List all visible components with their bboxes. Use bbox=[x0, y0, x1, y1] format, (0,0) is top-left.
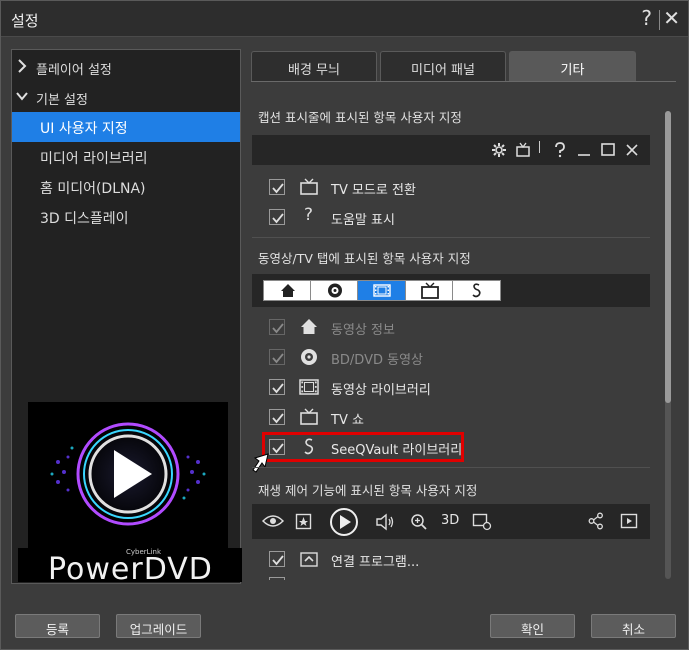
tab-other[interactable]: 기타 bbox=[509, 51, 636, 82]
share-icon bbox=[588, 512, 603, 530]
powerdvd-wordmark: CyberLink PowerDVD bbox=[18, 548, 242, 587]
home-icon bbox=[281, 284, 295, 297]
movie-item-tv-show[interactable]: TV 쇼 bbox=[269, 405, 639, 429]
sidebar-item-label: 미디어 라이브러리 bbox=[40, 151, 148, 167]
section-divider bbox=[252, 467, 650, 468]
open-with-icon bbox=[300, 552, 318, 567]
sidebar-item-ui-customization[interactable]: UI 사용자 지정 bbox=[12, 112, 240, 142]
tv-icon bbox=[420, 282, 439, 299]
movie-info-label: 동영상 정보 bbox=[331, 323, 395, 338]
caption-item-help[interactable]: ? 도움말 표시 bbox=[269, 205, 639, 229]
help-button[interactable]: ? bbox=[641, 6, 652, 30]
settings-sidebar: 플레이어 설정 기본 설정 UI 사용자 지정 미디어 라이브러리 홈 미디어(… bbox=[11, 49, 242, 587]
playback-item-open-with[interactable]: 연결 프로그램... bbox=[269, 547, 639, 571]
movie-item-library[interactable]: 동영상 라이브러리 bbox=[269, 375, 639, 399]
highlight-box bbox=[262, 432, 464, 462]
sidebar-group-label: 기본 설정 bbox=[36, 93, 88, 108]
disc-tab-button[interactable] bbox=[311, 281, 359, 300]
playback-controls-preview: 3D bbox=[252, 504, 650, 539]
help-icon: ? bbox=[304, 205, 314, 225]
movie-info-checkbox bbox=[269, 319, 285, 335]
tv-show-tab-button[interactable] bbox=[406, 281, 453, 300]
movie-library-tab-button[interactable] bbox=[358, 281, 406, 300]
movie-tv-section-title: 동영상/TV 탭에 표시된 항목 사용자 지정 bbox=[258, 251, 471, 266]
disc-label: BD/DVD 동영상 bbox=[331, 353, 424, 368]
film-icon bbox=[373, 284, 392, 297]
bookmark-icon bbox=[295, 513, 312, 530]
cursor-arrow-icon bbox=[252, 453, 269, 473]
sidebar-item-label: 3D 디스플레이 bbox=[40, 211, 129, 227]
register-button[interactable]: 등록 bbox=[15, 614, 100, 638]
zoom-icon bbox=[411, 514, 427, 530]
caption-item-tv-mode[interactable]: TV 모드로 전환 bbox=[269, 175, 639, 199]
sidebar-item-3d-display[interactable]: 3D 디스플레이 bbox=[12, 202, 240, 232]
seeqvault-icon bbox=[472, 283, 481, 298]
3d-icon: 3D bbox=[441, 513, 460, 528]
upgrade-button[interactable]: 업그레이드 bbox=[116, 614, 201, 638]
close-icon bbox=[626, 144, 638, 156]
minimize-icon bbox=[578, 154, 590, 156]
disc-checkbox bbox=[269, 349, 285, 365]
tab-background[interactable]: 배경 무늬 bbox=[251, 51, 377, 82]
tv-show-label: TV 쇼 bbox=[331, 413, 364, 428]
title-separator bbox=[659, 10, 660, 30]
caption-separator bbox=[539, 141, 540, 153]
tv-mode-label: TV 모드로 전환 bbox=[331, 183, 416, 198]
disc-icon bbox=[301, 349, 317, 365]
open-with-label: 연결 프로그램... bbox=[331, 555, 420, 570]
scrollbar-thumb[interactable] bbox=[665, 111, 671, 403]
tv-show-checkbox[interactable] bbox=[269, 409, 285, 425]
window-title: 설정 bbox=[11, 12, 39, 30]
sidebar-item-label: UI 사용자 지정 bbox=[40, 121, 128, 137]
movie-tv-tab-selector bbox=[263, 280, 501, 301]
movie-item-disc: BD/DVD 동영상 bbox=[269, 345, 639, 369]
disc-icon bbox=[328, 283, 343, 298]
sidebar-item-home-media[interactable]: 홈 미디어(DLNA) bbox=[12, 172, 240, 202]
tabs-divider bbox=[251, 81, 676, 82]
play-icon bbox=[330, 508, 358, 536]
powerdvd-label: PowerDVD bbox=[48, 552, 213, 587]
powerdvd-logo-image bbox=[28, 402, 228, 548]
video-window-icon bbox=[620, 513, 638, 529]
sidebar-item-label: 홈 미디어(DLNA) bbox=[40, 181, 146, 197]
tv-icon bbox=[300, 178, 318, 195]
chevron-right-icon bbox=[18, 59, 27, 73]
playback-section-title: 재생 제어 기능에 표시된 항목 사용자 지정 bbox=[258, 483, 478, 498]
gear-icon bbox=[492, 143, 506, 157]
settings-window: 설정 ? ✕ 플레이어 설정 기본 설정 UI 사용자 지정 미디어 라이브러리… bbox=[0, 0, 689, 650]
tv-icon bbox=[516, 142, 530, 157]
help-label: 도움말 표시 bbox=[331, 213, 395, 228]
film-icon bbox=[299, 379, 319, 395]
chevron-down-icon bbox=[16, 92, 28, 101]
seeqvault-tab-button[interactable] bbox=[453, 281, 500, 300]
next-checkbox-partial bbox=[269, 577, 285, 580]
help-checkbox[interactable] bbox=[269, 209, 285, 225]
tv-mode-checkbox[interactable] bbox=[269, 179, 285, 195]
tv-icon bbox=[300, 408, 318, 425]
cancel-button[interactable]: 취소 bbox=[591, 614, 676, 638]
close-button[interactable]: ✕ bbox=[663, 6, 680, 30]
help-icon bbox=[555, 142, 565, 158]
movie-item-info: 동영상 정보 bbox=[269, 315, 639, 339]
movie-library-checkbox[interactable] bbox=[269, 379, 285, 395]
movie-info-tab-button[interactable] bbox=[264, 281, 312, 300]
open-with-checkbox[interactable] bbox=[269, 551, 285, 567]
eye-icon bbox=[262, 515, 284, 527]
title-bar: 설정 ? ✕ bbox=[1, 1, 688, 37]
home-icon bbox=[301, 319, 317, 334]
volume-icon bbox=[376, 513, 394, 531]
display-settings-icon bbox=[472, 513, 492, 531]
sidebar-group-general-settings[interactable]: 기본 설정 bbox=[12, 83, 240, 111]
section-divider bbox=[252, 237, 650, 238]
ok-button[interactable]: 확인 bbox=[490, 614, 575, 638]
movie-library-label: 동영상 라이브러리 bbox=[331, 383, 431, 398]
tab-media-panel[interactable]: 미디어 패널 bbox=[380, 51, 506, 82]
sidebar-group-label: 플레이어 설정 bbox=[36, 63, 112, 78]
sidebar-group-player-settings[interactable]: 플레이어 설정 bbox=[12, 53, 240, 81]
maximize-icon bbox=[601, 143, 615, 156]
caption-bar-preview bbox=[252, 135, 650, 165]
sidebar-item-media-library[interactable]: 미디어 라이브러리 bbox=[12, 142, 240, 172]
caption-section-title: 캡션 표시줄에 표시된 항목 사용자 지정 bbox=[258, 110, 462, 125]
